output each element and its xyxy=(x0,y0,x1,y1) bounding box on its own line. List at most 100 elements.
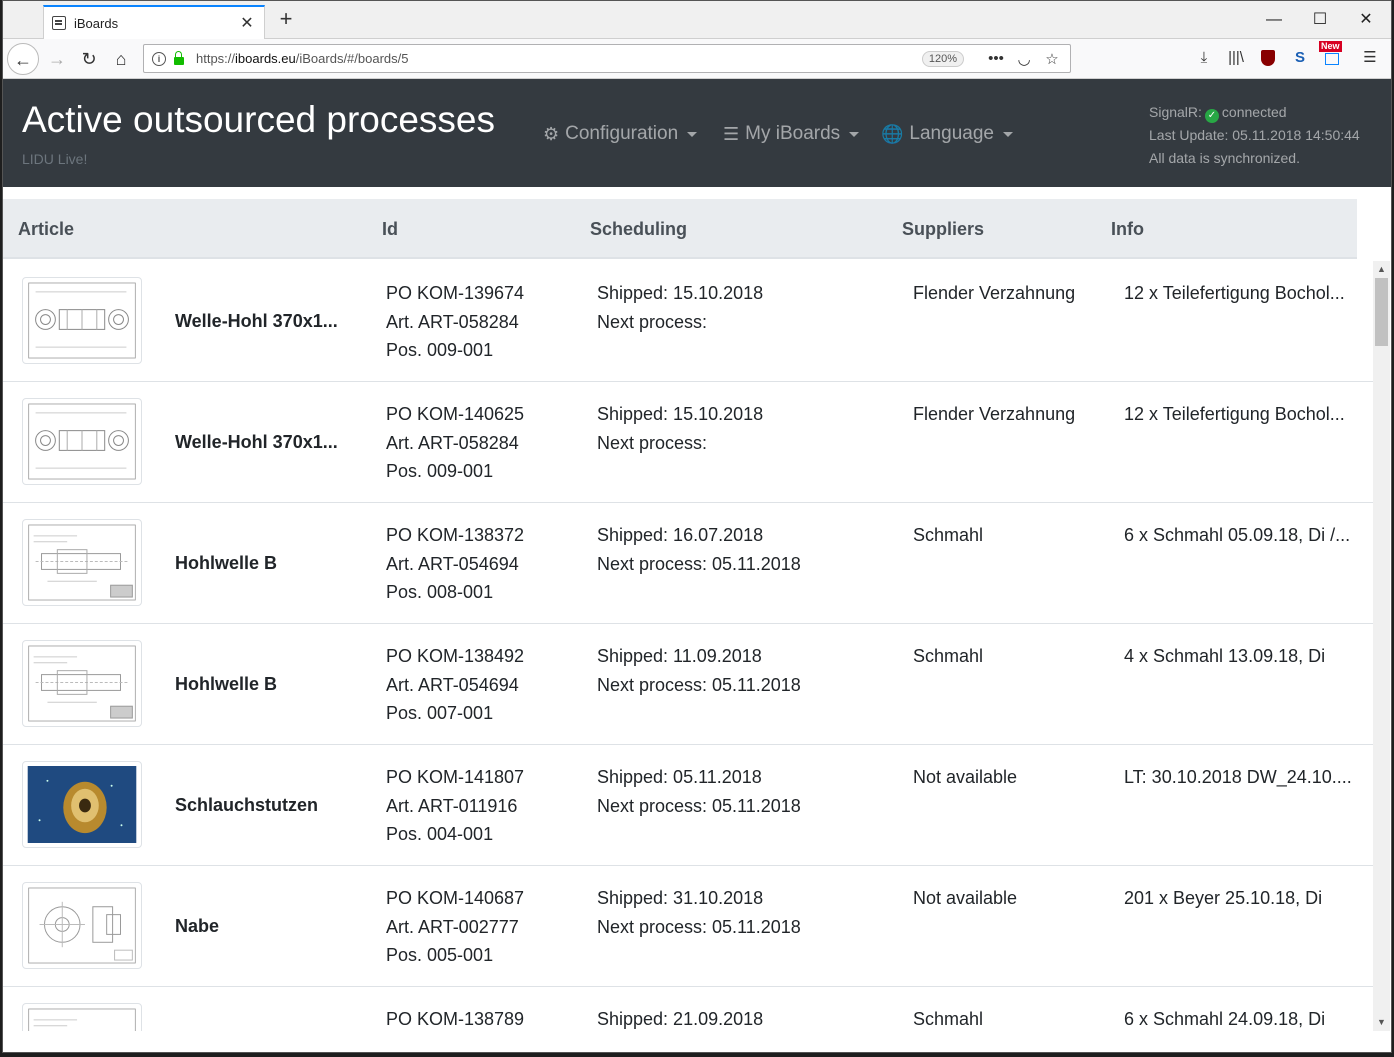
info-cell: 12 x Teilefertigung Bochol... xyxy=(1124,283,1345,303)
bookmark-star-icon[interactable]: ☆ xyxy=(1042,50,1062,68)
table-row[interactable]: Welle-Hohl 370x1... PO KOM-140625 Art. A… xyxy=(3,382,1373,503)
page-subtitle: LIDU Live! xyxy=(22,151,88,167)
supplier-cell: Flender Verzahnung xyxy=(913,283,1076,303)
column-header-info[interactable]: Info xyxy=(1111,219,1144,240)
site-info-icon[interactable]: i xyxy=(152,51,166,66)
info-cell: 12 x Teilefertigung Bochol... xyxy=(1124,404,1345,424)
maximize-icon[interactable]: ☐ xyxy=(1297,7,1343,33)
table-row[interactable]: Hohlwelle B PO KOM-138372 Art. ART-05469… xyxy=(3,503,1373,624)
supplier-cell: Schmahl xyxy=(913,646,984,666)
article-thumbnail[interactable] xyxy=(22,519,142,606)
forward-arrow-icon[interactable]: → xyxy=(41,43,73,75)
id-cell: PO KOM-138372 Art. ART-054694 Pos. 008-0… xyxy=(386,525,525,602)
reload-icon[interactable]: ↻ xyxy=(73,43,105,75)
column-header-scheduling[interactable]: Scheduling xyxy=(590,219,687,240)
zoom-level[interactable]: 120% xyxy=(921,50,964,67)
app-header: Active outsourced processes LIDU Live! ⚙… xyxy=(3,79,1391,187)
scrollbar-thumb[interactable] xyxy=(1375,278,1388,346)
configuration-label: Configuration xyxy=(565,123,679,144)
scheduling-cell: Shipped: 21.09.2018 xyxy=(597,1009,764,1029)
ublock-shield-icon[interactable] xyxy=(1257,47,1279,69)
my-iboards-menu[interactable]: ☰ My iBoards xyxy=(723,123,860,145)
article-name: Hohlwelle B xyxy=(175,553,278,573)
browser-window: iBoards ✕ + — ☐ ✕ ← → ↻ ⌂ i https://iboa… xyxy=(2,0,1392,1053)
chevron-down-icon xyxy=(849,131,860,137)
technical-drawing-icon xyxy=(28,524,136,601)
minimize-icon[interactable]: — xyxy=(1251,7,1297,33)
scroll-down-arrow-icon[interactable]: ▼ xyxy=(1373,1014,1390,1031)
article-thumbnail[interactable] xyxy=(22,398,142,485)
info-cell: 201 x Beyer 25.10.18, Di xyxy=(1124,888,1323,908)
article-thumbnail[interactable] xyxy=(22,882,142,969)
language-menu[interactable]: 🌐 Language xyxy=(881,123,1013,145)
table-header: Article Id Scheduling Suppliers Info xyxy=(3,199,1357,259)
column-header-id[interactable]: Id xyxy=(382,219,398,240)
technical-drawing-icon xyxy=(28,887,136,964)
chevron-down-icon xyxy=(687,131,698,137)
table-row[interactable]: Hohlwelle B PO KOM-138492 Art. ART-05469… xyxy=(3,624,1373,745)
new-extension-icon[interactable]: New xyxy=(1319,41,1343,69)
column-header-suppliers[interactable]: Suppliers xyxy=(902,219,984,240)
language-label: Language xyxy=(909,123,994,144)
chevron-down-icon xyxy=(1002,131,1013,137)
table-row[interactable]: Nabe PO KOM-140687 Art. ART-002777 Pos. … xyxy=(3,866,1373,987)
technical-drawing-icon xyxy=(28,1008,136,1031)
url-bar[interactable]: i https://iboards.eu/iBoards/#/boards/5 … xyxy=(143,44,1071,73)
downloads-icon[interactable]: ⤓ xyxy=(1193,47,1215,69)
id-cell: PO KOM-138492 Art. ART-054694 Pos. 007-0… xyxy=(386,646,525,723)
technical-drawing-icon xyxy=(28,403,136,480)
scroll-up-arrow-icon[interactable]: ▲ xyxy=(1373,261,1390,278)
new-tab-icon[interactable]: + xyxy=(273,7,299,33)
technical-drawing-icon xyxy=(28,282,136,359)
new-badge: New xyxy=(1319,41,1342,52)
signalr-state: connected xyxy=(1221,104,1287,120)
id-cell: PO KOM-140625 Art. ART-058284 Pos. 009-0… xyxy=(386,404,525,481)
iboards-favicon-icon xyxy=(52,16,66,30)
part-photo-icon xyxy=(27,766,137,843)
nav-bar: ← → ↻ ⌂ i https://iboards.eu/iBoards/#/b… xyxy=(3,39,1391,79)
library-icon[interactable]: |||\ xyxy=(1225,47,1247,69)
info-cell: 6 x Schmahl 24.09.18, Di xyxy=(1124,1009,1326,1029)
article-name: Nabe xyxy=(175,916,220,936)
table-row[interactable]: PO KOM-138789 Shipped: 21.09.2018 Schmah… xyxy=(3,987,1373,1031)
browser-tab[interactable]: iBoards ✕ xyxy=(43,5,265,39)
table-row[interactable]: Welle-Hohl 370x1... PO KOM-139674 Art. A… xyxy=(3,261,1373,382)
supplier-cell: Flender Verzahnung xyxy=(913,404,1076,424)
lock-icon xyxy=(174,50,184,65)
check-circle-icon: ✓ xyxy=(1204,109,1219,123)
page-actions-icon[interactable]: ••• xyxy=(986,50,1006,67)
vertical-scrollbar[interactable]: ▲ ▼ xyxy=(1373,261,1390,1031)
table-body: Welle-Hohl 370x1... PO KOM-139674 Art. A… xyxy=(3,261,1373,1031)
url-text[interactable]: https://iboards.eu/iBoards/#/boards/5 xyxy=(196,51,922,66)
column-header-article[interactable]: Article xyxy=(18,219,74,240)
supplier-cell: Schmahl xyxy=(913,525,984,545)
supplier-cell: Not available xyxy=(913,888,1018,908)
hamburger-menu-icon[interactable]: ☰ xyxy=(1359,47,1381,69)
article-thumbnail[interactable] xyxy=(22,277,142,364)
article-name: Welle-Hohl 370x1... xyxy=(175,311,338,331)
home-icon[interactable]: ⌂ xyxy=(105,43,137,75)
connection-status: SignalR: ✓ connected Last Update: 05.11.20… xyxy=(1149,101,1360,170)
scheduling-cell: Shipped: 15.10.2018 Next process: xyxy=(597,404,764,453)
id-cell: PO KOM-141807 Art. ART-011916 Pos. 004-0… xyxy=(386,767,525,844)
s-extension-icon[interactable]: S xyxy=(1289,47,1311,69)
article-thumbnail[interactable] xyxy=(22,1003,142,1031)
back-arrow-icon[interactable]: ← xyxy=(7,43,39,75)
id-cell: PO KOM-140687 Art. ART-002777 Pos. 005-0… xyxy=(386,888,525,965)
pocket-icon[interactable]: ◡ xyxy=(1014,50,1034,68)
supplier-cell: Schmahl xyxy=(913,1009,984,1029)
article-thumbnail[interactable] xyxy=(22,761,142,848)
my-iboards-label: My iBoards xyxy=(745,123,841,144)
table-row[interactable]: Schlauchstutzen PO KOM-141807 Art. ART-0… xyxy=(3,745,1373,866)
globe-icon: 🌐 xyxy=(881,123,904,144)
close-tab-icon[interactable]: ✕ xyxy=(238,13,256,33)
info-cell: 6 x Schmahl 05.09.18, Di /... xyxy=(1124,525,1351,545)
page: Active outsourced processes LIDU Live! ⚙… xyxy=(3,79,1391,1052)
gear-icon: ⚙ xyxy=(543,123,560,144)
last-update: Last Update: 05.11.2018 14:50:44 xyxy=(1149,127,1360,143)
article-name: Welle-Hohl 370x1... xyxy=(175,432,338,452)
technical-drawing-icon xyxy=(28,645,136,722)
close-window-icon[interactable]: ✕ xyxy=(1343,7,1389,33)
article-thumbnail[interactable] xyxy=(22,640,142,727)
configuration-menu[interactable]: ⚙ Configuration xyxy=(543,123,698,145)
